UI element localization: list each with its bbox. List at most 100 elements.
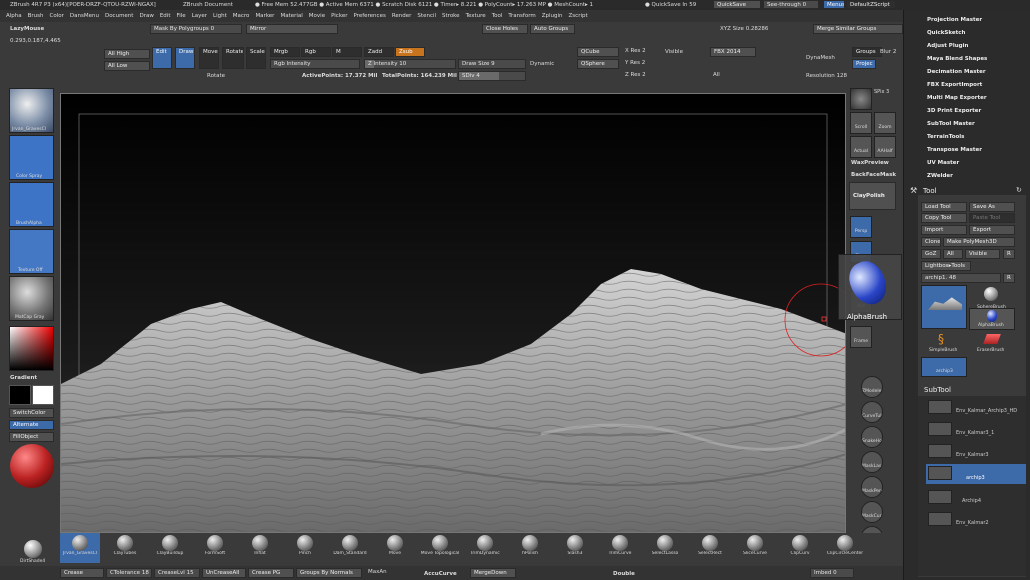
zadd-button[interactable]: Zadd (364, 47, 394, 57)
gradient-label[interactable]: Gradient (10, 375, 37, 381)
menu-texture[interactable]: Texture (466, 10, 486, 22)
brush-slot[interactable]: Pinch (285, 533, 325, 563)
rgb-intensity-slider[interactable]: Rgb Intensity (270, 59, 360, 69)
terrain-canvas[interactable] (61, 94, 846, 533)
sdiv-slider[interactable]: SDiv 4 (458, 71, 526, 81)
menu-document[interactable]: Document (105, 10, 134, 22)
close-holes-button[interactable]: Close Holes (482, 24, 528, 34)
spix-readout[interactable]: SPix 3 (874, 89, 889, 95)
zoom-button[interactable]: Zoom (874, 112, 896, 134)
menus-button[interactable]: Menus (823, 0, 845, 9)
menu-color[interactable]: Color (50, 10, 64, 22)
menu-file[interactable]: File (176, 10, 185, 22)
maskcurve-button[interactable]: MaskCurve (861, 501, 883, 523)
visible-label[interactable]: Visible (665, 49, 683, 55)
menu-render[interactable]: Render (392, 10, 412, 22)
export-button[interactable]: Export (969, 225, 1015, 235)
import-button[interactable]: Import (921, 225, 967, 235)
all-low-button[interactable]: All Low (104, 61, 150, 71)
brush-slot[interactable]: ClayBuildup (150, 533, 190, 563)
mrgb-button[interactable]: Mrgb (270, 47, 300, 57)
menu-light[interactable]: Light (213, 10, 227, 22)
brush-slot[interactable]: Dam_Standard (330, 533, 370, 563)
crease-pg-button[interactable]: Crease PG (248, 568, 294, 578)
waxpreview-button[interactable]: WaxPreview (851, 160, 889, 166)
zsub-button[interactable]: Zsub (395, 47, 425, 57)
dirtshade-material-icon[interactable] (24, 540, 42, 558)
tool-thumb-archip3[interactable]: archip3 (921, 357, 967, 377)
claypolish-button[interactable]: ClayPolish (849, 182, 896, 210)
plugin-item[interactable]: FBX ExportImport (927, 82, 982, 88)
snakehook-button[interactable]: SnakeHook (861, 426, 883, 448)
plugin-item[interactable]: 3D Print Exporter (927, 108, 981, 114)
menu-movie[interactable]: Movie (309, 10, 325, 22)
plugin-item[interactable]: Adjust Plugin (927, 43, 968, 49)
plugin-item[interactable]: SubTool Master (927, 121, 975, 127)
subtool-item-selected[interactable]: archip3 (926, 464, 1026, 484)
bpr-button[interactable] (850, 88, 872, 110)
mirror-button[interactable]: Mirror (246, 24, 338, 34)
ctolerance-slider[interactable]: CTolerance 18 (106, 568, 152, 578)
tool-r-button[interactable]: R (1003, 273, 1015, 283)
tool-thumb-eraserbrush[interactable]: EraserBrush (969, 332, 1015, 356)
subtool-item[interactable]: Env_Kalmar2 (926, 510, 1026, 530)
plugin-item[interactable]: Maya Blend Shapes (927, 56, 987, 62)
menu-tool[interactable]: Tool (492, 10, 503, 22)
y-res-readout[interactable]: Y Res 2 (625, 60, 645, 66)
lazymouse-label[interactable]: LazyMouse (10, 26, 44, 32)
brush-slot[interactable]: Move (375, 533, 415, 563)
plugin-item[interactable]: UV Master (927, 160, 959, 166)
all-label[interactable]: All (713, 72, 720, 78)
brush-slot[interactable]: SelectLasso (645, 533, 685, 563)
menu-transform[interactable]: Transform (508, 10, 535, 22)
blur-readout[interactable]: Blur 2 (880, 49, 896, 55)
all-high-button[interactable]: All High (104, 49, 150, 59)
persp-button[interactable]: Persp (850, 216, 872, 238)
menu-layer[interactable]: Layer (192, 10, 207, 22)
merge-similar-groups-button[interactable]: Merge Similar Groups (813, 24, 903, 34)
fillobject-button[interactable]: FillObject (9, 432, 54, 442)
draw-button[interactable]: Draw (175, 47, 195, 69)
draw-size-slider[interactable]: Draw Size 9 (458, 59, 526, 69)
z-intensity-slider[interactable]: Z Intensity 10 (364, 59, 456, 69)
current-tool-slider[interactable]: archip1. 48 (921, 273, 1001, 283)
qsphere-button[interactable]: QSphere (577, 59, 619, 69)
dynamesh-label[interactable]: DynaMesh (806, 55, 835, 61)
qcube-button[interactable]: QCube (577, 47, 619, 57)
brush-slot[interactable]: ClipCircleCenter (825, 533, 865, 563)
move-button[interactable]: Move (199, 47, 219, 69)
tool-thumb-simplebrush[interactable]: § SimpleBrush (921, 332, 967, 356)
brush-slot[interactable]: ClipCurv (780, 533, 820, 563)
groups-by-normals-button[interactable]: Groups By Normals (296, 568, 362, 578)
mergedown-button[interactable]: MergeDown (470, 568, 516, 578)
zmodeler-button[interactable]: ZModeler (861, 376, 883, 398)
menu-picker[interactable]: Picker (331, 10, 347, 22)
menu-dansmenu[interactable]: DansMenu (70, 10, 99, 22)
maskpen-button[interactable]: MaskPen (861, 476, 883, 498)
tool-thumb-alphabrush[interactable]: AlphaBrush (969, 308, 1015, 330)
accucurve-button[interactable]: AccuCurve (424, 571, 457, 577)
brush-slot[interactable]: hPolish (510, 533, 550, 563)
brush-slot[interactable]: TrimCurve (600, 533, 640, 563)
resolution-readout[interactable]: Resolution 128 (806, 73, 847, 79)
subtool-item[interactable]: Env_Kalmar_Archip3_HD (926, 398, 1026, 418)
scale-button[interactable]: Scale (246, 47, 266, 69)
tool-thumb-current[interactable] (921, 285, 967, 329)
menu-zplugin[interactable]: Zplugin (542, 10, 563, 22)
lightbox-tools-button[interactable]: Lightbox▸Tools (921, 261, 971, 271)
project-button[interactable]: Projec (852, 59, 876, 69)
refresh-icon[interactable]: ↻ (1016, 186, 1022, 194)
plugin-item[interactable]: Projection Master (927, 17, 982, 23)
subtool-item[interactable]: Archip4 (926, 488, 1026, 508)
seethrough-slider[interactable]: See-through 0 (763, 0, 819, 9)
subtool-item[interactable]: Env_Kalmar3 (926, 442, 1026, 462)
creaselvl-slider[interactable]: CreaseLvl 15 (154, 568, 200, 578)
menu-brush[interactable]: Brush (28, 10, 44, 22)
plugin-item[interactable]: TerrainTools (927, 134, 964, 140)
brush-slot[interactable]: Move Topological (420, 533, 460, 563)
stroke-thumb[interactable]: Color Spray (9, 135, 54, 180)
goz-all-button[interactable]: All (943, 249, 963, 259)
z-res-readout[interactable]: Z Res 2 (625, 72, 646, 78)
brush-slot[interactable]: ClayTubes (105, 533, 145, 563)
menu-draw[interactable]: Draw (139, 10, 153, 22)
